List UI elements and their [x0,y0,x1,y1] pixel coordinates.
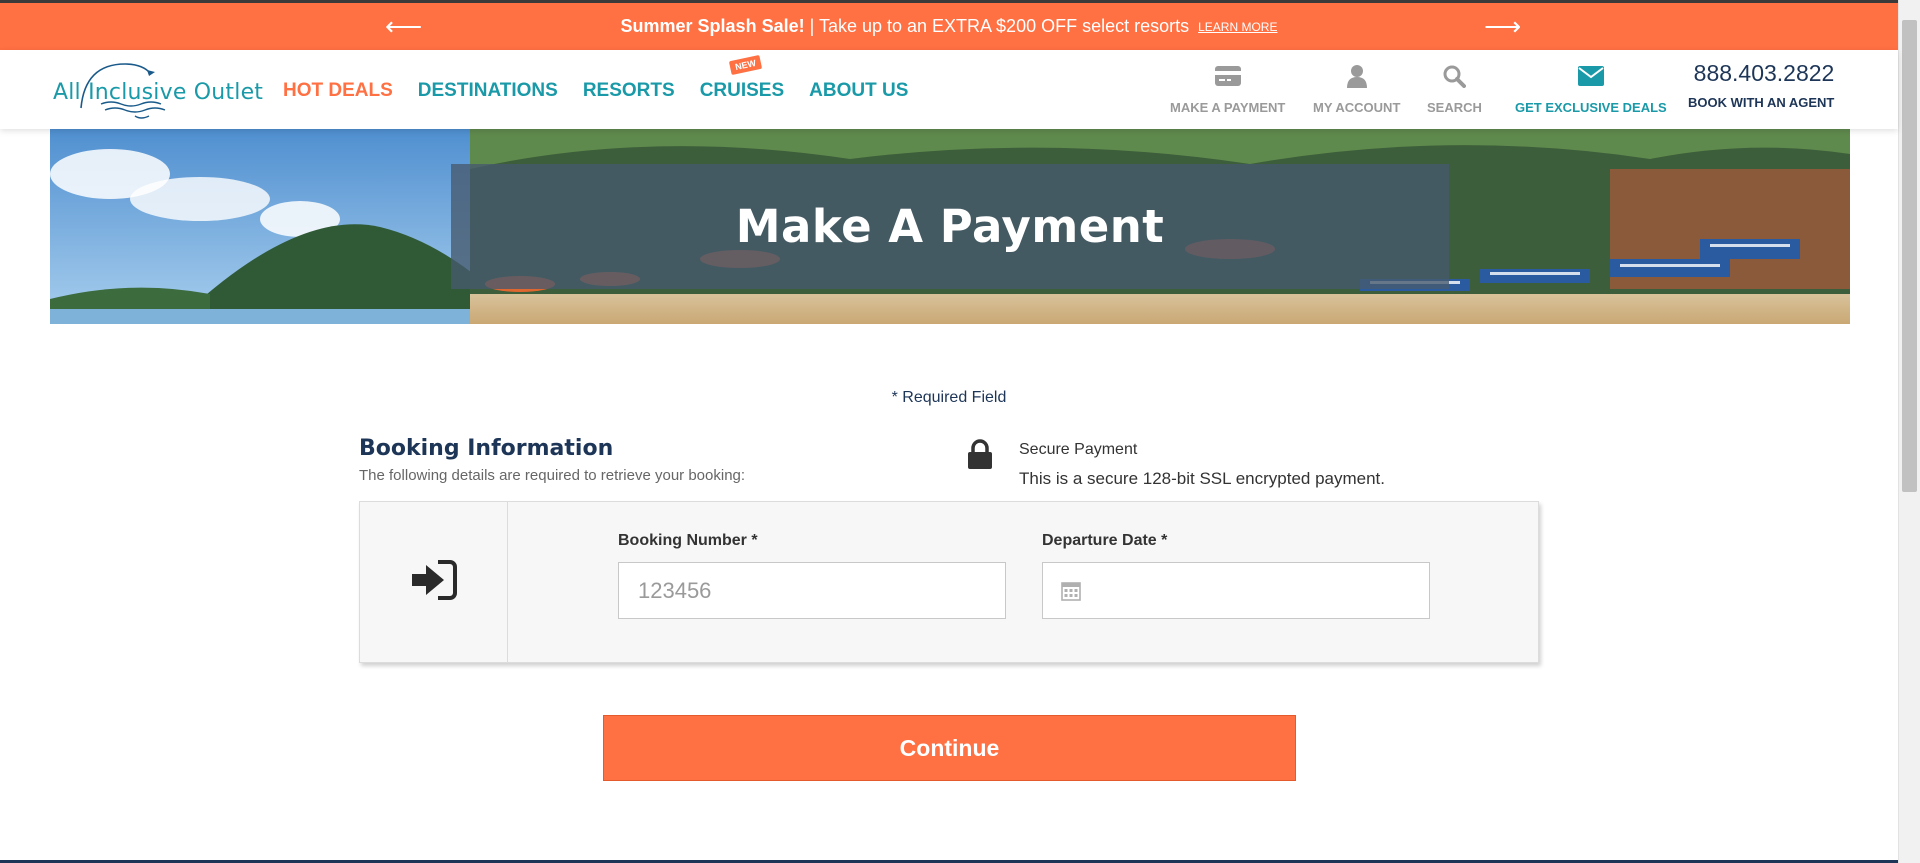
departure-date-field[interactable] [1042,562,1430,619]
nav-destinations[interactable]: DESTINATIONS [418,80,558,102]
exclusive-deals-label: GET EXCLUSIVE DEALS [1515,100,1667,115]
booking-number-input[interactable] [618,562,1006,619]
search-link[interactable]: SEARCH [1427,62,1482,115]
make-payment-label: MAKE A PAYMENT [1170,100,1286,115]
page: ⟵ Summer Splash Sale! | Take up to an EX… [0,0,1920,863]
continue-button[interactable]: Continue [603,715,1296,781]
secure-payment-text: This is a secure 128-bit SSL encrypted p… [1019,469,1385,488]
search-icon [1442,62,1467,90]
booking-information-heading: Booking Information [359,436,614,461]
promo-prev-arrow-icon[interactable]: ⟵ [385,13,422,39]
phone-contact[interactable]: 888.403.2822 BOOK WITH AN AGENT [1688,60,1834,110]
nav-hot-deals[interactable]: HOT DEALS [283,80,393,102]
sign-in-icon [410,559,458,606]
my-account-label: MY ACCOUNT [1313,100,1401,115]
main-nav: HOT DEALS DESTINATIONS RESORTS NEW CRUIS… [283,54,908,102]
logo-text: All Inclusive Outlet [53,80,264,105]
booking-form-panel: Booking Number * Departure Date * [359,501,1539,663]
promo-headline: Summer Splash Sale! [620,16,805,36]
new-badge: NEW [728,54,762,76]
departure-date-input[interactable] [1042,562,1430,619]
search-label: SEARCH [1427,100,1482,115]
page-title: Make A Payment [735,200,1165,253]
booking-information-subheading: The following details are required to re… [359,467,746,484]
user-icon [1346,62,1368,90]
form-icon-cell [360,502,508,662]
my-account-link[interactable]: MY ACCOUNT [1313,62,1400,115]
book-with-agent-label: BOOK WITH AN AGENT [1688,95,1835,110]
nav-cruises-label: CRUISES [699,80,785,101]
site-header: All Inclusive Outlet HOT DEALS DESTINATI… [0,50,1898,129]
required-field-note: * Required Field [891,389,1007,406]
exclusive-deals-link[interactable]: GET EXCLUSIVE DEALS [1515,62,1667,115]
promo-next-arrow-icon[interactable]: ⟶ [1484,13,1521,39]
make-payment-link[interactable]: MAKE A PAYMENT [1170,62,1285,115]
departure-date-label: Departure Date * [1042,532,1168,549]
lock-icon [967,439,993,474]
nav-cruises[interactable]: NEW CRUISES [699,54,785,102]
hero-banner: Make A Payment [50,129,1850,324]
phone-number[interactable]: 888.403.2822 [1688,60,1835,87]
scrollbar-thumb[interactable] [1902,20,1917,492]
page-scrollbar[interactable] [1898,0,1920,863]
promo-message: | Take up to an EXTRA $200 OFF select re… [804,16,1190,36]
credit-card-icon [1214,62,1242,90]
hero-title-panel: Make A Payment [451,164,1449,289]
envelope-icon [1577,62,1604,90]
calendar-icon[interactable] [1061,580,1081,606]
booking-number-label: Booking Number * [618,532,758,549]
promo-banner: ⟵ Summer Splash Sale! | Take up to an EX… [0,0,1898,50]
nav-resorts[interactable]: RESORTS [583,80,675,102]
promo-learn-more-link[interactable]: LEARN MORE [1198,20,1277,34]
site-logo[interactable]: All Inclusive Outlet [53,60,263,122]
promo-text: Summer Splash Sale! | Take up to an EXTR… [621,16,1190,37]
secure-payment-heading: Secure Payment [1019,441,1138,458]
nav-about-us[interactable]: ABOUT US [809,80,908,102]
